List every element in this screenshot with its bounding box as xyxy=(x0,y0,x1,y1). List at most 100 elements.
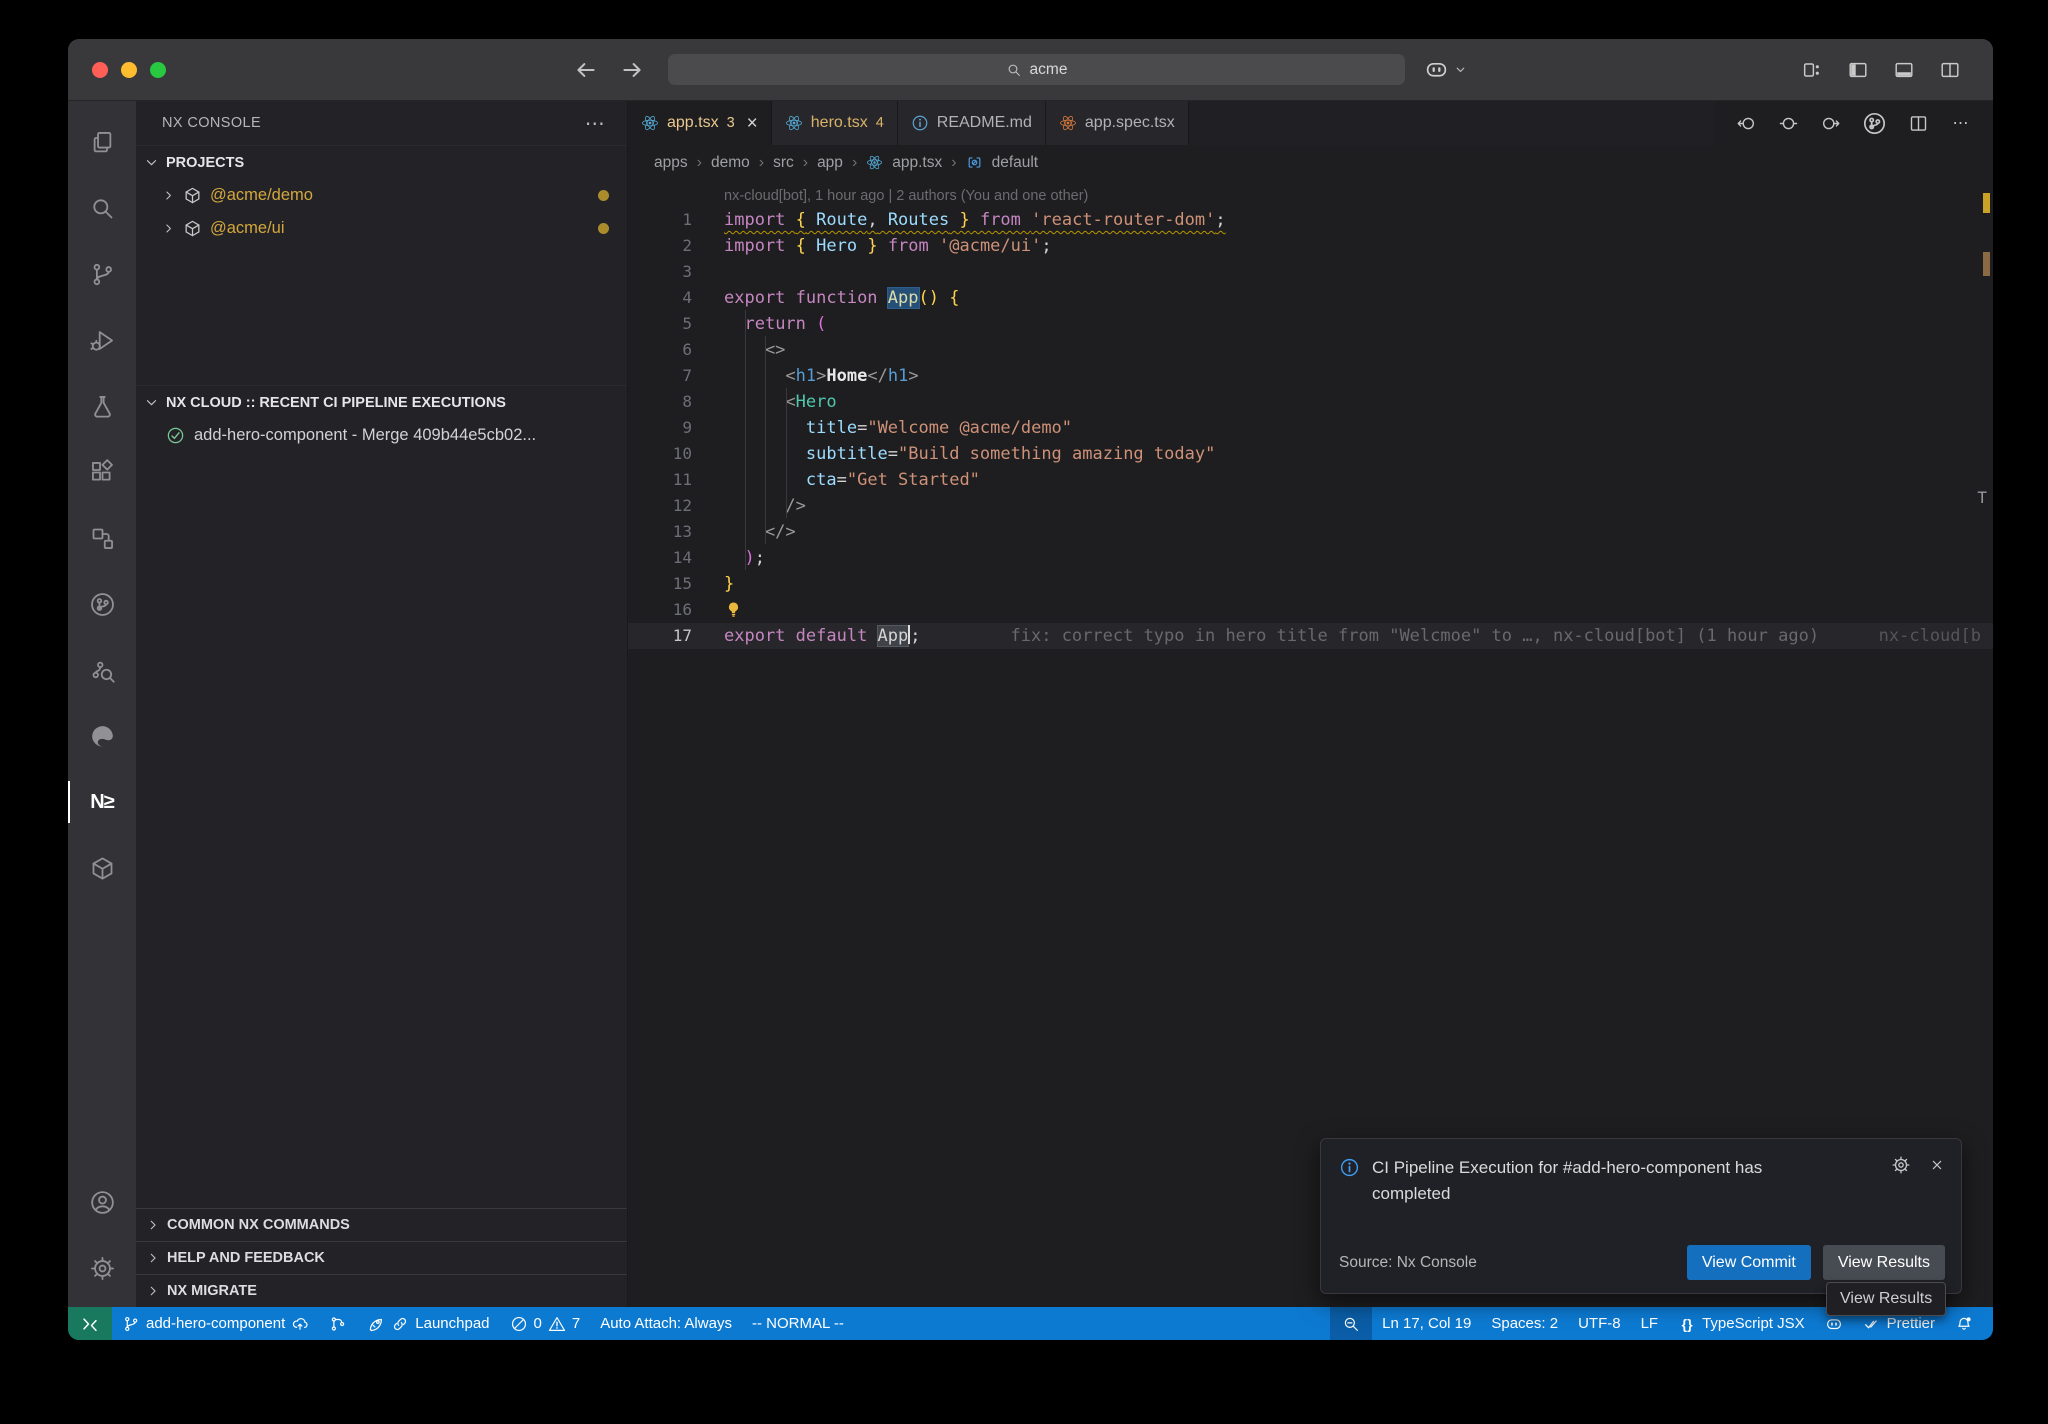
status-gitlens-launchpad[interactable]: Launchpad xyxy=(357,1307,499,1340)
line-content: return ( xyxy=(692,311,826,337)
zoom-out-icon xyxy=(1342,1315,1360,1333)
navigate-forward-icon[interactable] xyxy=(619,57,645,83)
extensions-icon xyxy=(89,459,116,486)
activity-item-git-graph[interactable] xyxy=(68,571,136,637)
toggle-secondary-sidebar-icon[interactable] xyxy=(1939,59,1961,81)
command-center-search[interactable]: acme xyxy=(668,54,1405,85)
status-auto-attach[interactable]: Auto Attach: Always xyxy=(590,1307,742,1340)
search-icon xyxy=(1006,62,1022,78)
breadcrumb-item-demo[interactable]: demo xyxy=(711,154,750,172)
activity-item-linked-views[interactable] xyxy=(68,505,136,571)
activity-item-nx-console[interactable]: N≥ xyxy=(68,769,136,835)
toggle-panel-icon[interactable] xyxy=(1893,59,1915,81)
activity-bar: N≥ xyxy=(68,101,136,1307)
project-item-acme-demo[interactable]: @acme/demo xyxy=(136,179,627,212)
maximize-window-button[interactable] xyxy=(150,62,166,78)
activity-item-explorer[interactable] xyxy=(68,109,136,175)
status-language-mode[interactable]: {}TypeScript JSX xyxy=(1668,1307,1815,1340)
tab-app-spec-tsx[interactable]: app.spec.tsx xyxy=(1046,101,1189,145)
chevron-right-icon xyxy=(146,1251,160,1265)
blame-overflow-text: nx-cloud[b xyxy=(1879,623,1981,649)
activity-item-run-and-debug[interactable] xyxy=(68,307,136,373)
status-eol[interactable]: LF xyxy=(1631,1307,1669,1340)
copilot-menu[interactable] xyxy=(1424,39,1467,100)
blame-current-icon[interactable] xyxy=(1778,113,1799,134)
section-common-nx-commands[interactable]: COMMON NX COMMANDS xyxy=(136,1208,627,1241)
breadcrumb-item-app[interactable]: app xyxy=(817,154,843,172)
status-remote-indicator[interactable] xyxy=(68,1307,112,1340)
info-icon xyxy=(1339,1157,1360,1178)
split-editor-icon[interactable] xyxy=(1908,113,1929,134)
status-text: -- NORMAL -- xyxy=(752,1315,844,1332)
code-line-13: 13 </> xyxy=(628,519,1993,545)
debug-icon xyxy=(89,327,116,354)
activity-item-containers[interactable] xyxy=(68,835,136,901)
blame-forward-icon[interactable] xyxy=(1820,113,1841,134)
indent-guide xyxy=(786,388,787,518)
project-item-acme-ui[interactable]: @acme/ui xyxy=(136,212,627,245)
chevron-right-icon xyxy=(146,1284,160,1298)
history-navigation xyxy=(573,39,645,100)
section-nx-migrate[interactable]: NX MIGRATE xyxy=(136,1274,627,1307)
activity-item-accounts[interactable] xyxy=(68,1169,136,1235)
activity-item-extensions[interactable] xyxy=(68,439,136,505)
status-text: UTF-8 xyxy=(1578,1315,1621,1332)
sidebar-title-row: NX CONSOLE ⋯ xyxy=(136,101,627,145)
status-text: TypeScript JSX xyxy=(1702,1315,1805,1332)
customize-layout-icon[interactable] xyxy=(1801,59,1823,81)
tab-app-tsx[interactable]: app.tsx3× xyxy=(628,101,772,145)
activity-item-testing[interactable] xyxy=(68,373,136,439)
section-nx-cloud[interactable]: NX CLOUD :: RECENT CI PIPELINE EXECUTION… xyxy=(136,385,627,419)
navigate-back-icon[interactable] xyxy=(573,57,599,83)
toggle-primary-sidebar-icon[interactable] xyxy=(1847,59,1869,81)
status-cursor-position[interactable]: Ln 17, Col 19 xyxy=(1372,1307,1481,1340)
pipeline-execution-item[interactable]: add-hero-component - Merge 409b44e5cb02.… xyxy=(136,419,627,452)
activity-item-edge-browser[interactable] xyxy=(68,703,136,769)
close-window-button[interactable] xyxy=(92,62,108,78)
status-notifications-bell[interactable] xyxy=(1945,1307,1983,1340)
chevron-right-icon[interactable] xyxy=(162,189,175,202)
breadcrumb-item-app-tsx[interactable]: app.tsx xyxy=(892,154,942,172)
more-actions-icon[interactable]: ⋯ xyxy=(585,113,605,133)
more-actions-icon[interactable]: ⋯ xyxy=(1950,113,1971,134)
tab-hero-tsx[interactable]: hero.tsx4 xyxy=(772,101,898,145)
activity-item-source-control[interactable] xyxy=(68,241,136,307)
modified-dot xyxy=(598,223,609,234)
chevron-right-icon[interactable] xyxy=(162,222,175,235)
line-number: 14 xyxy=(628,545,692,571)
line-number: 8 xyxy=(628,389,692,415)
status-indentation[interactable]: Spaces: 2 xyxy=(1481,1307,1568,1340)
status-problems[interactable]: 07 xyxy=(500,1307,591,1340)
blame-back-icon[interactable] xyxy=(1736,113,1757,134)
section-help-and-feedback[interactable]: HELP AND FEEDBACK xyxy=(136,1241,627,1274)
view-commit-button[interactable]: View Commit xyxy=(1687,1245,1811,1280)
status-vim-mode[interactable]: -- NORMAL -- xyxy=(742,1307,854,1340)
activity-item-gitlens-search[interactable] xyxy=(68,637,136,703)
chevron-down-icon xyxy=(1454,63,1467,76)
status-encoding[interactable]: UTF-8 xyxy=(1568,1307,1631,1340)
tab-readme-md[interactable]: README.md xyxy=(898,101,1046,145)
close-icon[interactable] xyxy=(1929,1157,1945,1173)
breadcrumb-item-apps[interactable]: apps xyxy=(654,154,688,172)
line-number: 12 xyxy=(628,493,692,519)
nx-icon: N≥ xyxy=(89,789,116,816)
gear-icon xyxy=(89,1255,116,1282)
activity-item-settings[interactable] xyxy=(68,1235,136,1301)
breadcrumb-item-src[interactable]: src xyxy=(773,154,794,172)
view-results-button[interactable]: View Results xyxy=(1823,1245,1945,1280)
minimize-window-button[interactable] xyxy=(121,62,137,78)
line-number: 1 xyxy=(628,207,692,233)
close-tab-icon[interactable]: × xyxy=(747,114,758,133)
open-commit-graph-icon[interactable] xyxy=(1862,111,1887,136)
notification-settings-icon[interactable] xyxy=(1891,1155,1911,1175)
titlebar: acme xyxy=(68,39,1993,101)
line-content xyxy=(692,597,743,623)
status-commit-graph[interactable] xyxy=(319,1307,357,1340)
pipeline-execution-label: add-hero-component - Merge 409b44e5cb02.… xyxy=(194,426,536,445)
section-projects[interactable]: PROJECTS xyxy=(136,145,627,179)
activity-item-search[interactable] xyxy=(68,175,136,241)
breadcrumb-item-default[interactable]: default xyxy=(992,154,1039,172)
status-zoom-indicator[interactable] xyxy=(1330,1307,1372,1340)
status-git-branch[interactable]: add-hero-component xyxy=(112,1307,319,1340)
status-text: Spaces: 2 xyxy=(1491,1315,1558,1332)
